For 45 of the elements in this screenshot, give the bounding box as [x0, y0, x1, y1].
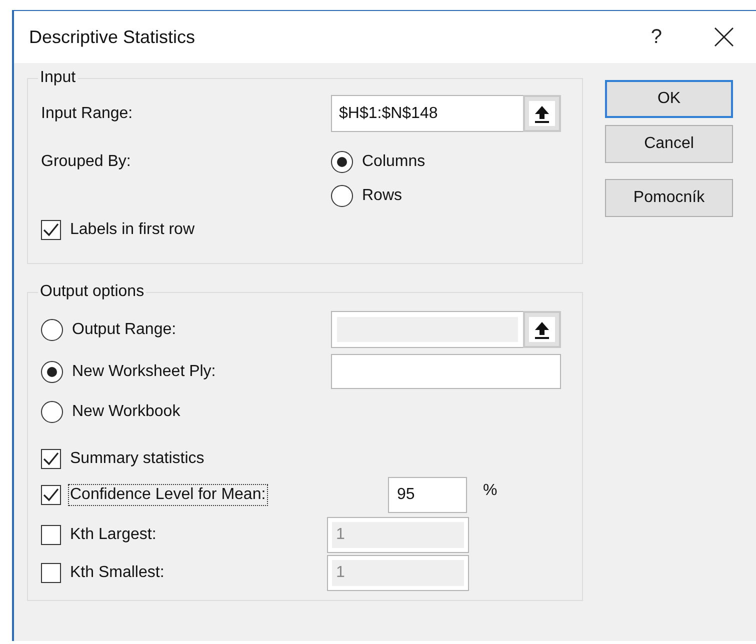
field-label: Input Range:: [41, 104, 134, 122]
close-icon: [714, 27, 734, 47]
radio-button[interactable]: [41, 360, 63, 382]
field-value: $H$1:$N$148: [338, 104, 439, 122]
option-label: Kth Smallest:: [70, 564, 164, 582]
dialog-button[interactable]: OK: [605, 80, 733, 118]
field-label: Grouped By:: [41, 153, 132, 171]
option-label: Output Range:: [72, 320, 176, 338]
dialog-button[interactable]: Pomocník: [605, 179, 733, 217]
close-button[interactable]: [714, 27, 734, 47]
option-label: Kth Largest:: [70, 526, 156, 544]
window-title: Descriptive Statistics: [29, 26, 196, 48]
collapse-dialog-button[interactable]: [523, 95, 561, 132]
radio-button[interactable]: [331, 185, 353, 207]
checkbox[interactable]: [41, 485, 61, 505]
input-range-field[interactable]: $H$1:$N$148: [331, 95, 561, 132]
radio-button[interactable]: [331, 151, 353, 173]
radio-button[interactable]: [41, 318, 63, 340]
option-label: New Workbook: [72, 403, 180, 421]
option-label: Summary statistics: [70, 450, 204, 468]
unit-label: %: [483, 482, 498, 500]
field-value: 1: [336, 564, 345, 582]
checkmark-icon: [43, 488, 59, 502]
option-label: Labels in first row: [70, 221, 194, 239]
checkmark-icon: [43, 223, 59, 237]
field-value: 1: [336, 526, 345, 544]
checkbox[interactable]: [41, 563, 61, 583]
group-label: Input: [39, 69, 77, 87]
dialog-button[interactable]: Cancel: [605, 125, 733, 163]
radio-button[interactable]: [41, 401, 63, 423]
option-label: Confidence Level for Mean:: [70, 486, 266, 504]
checkbox[interactable]: [41, 525, 61, 545]
checkmark-icon: [43, 452, 59, 466]
group-label: Output options: [39, 283, 146, 301]
option-label: Rows: [362, 187, 402, 205]
help-button[interactable]: ?: [650, 26, 662, 48]
checkbox[interactable]: [41, 449, 61, 469]
checkbox[interactable]: [41, 220, 61, 240]
option-label: New Worksheet Ply:: [72, 362, 216, 380]
up-arrow-icon: [534, 320, 550, 338]
number-field[interactable]: 95: [388, 477, 467, 513]
text-field[interactable]: [331, 354, 561, 389]
up-arrow-icon: [534, 104, 550, 122]
field-value: 95: [397, 486, 415, 504]
option-label: Columns: [362, 153, 426, 171]
